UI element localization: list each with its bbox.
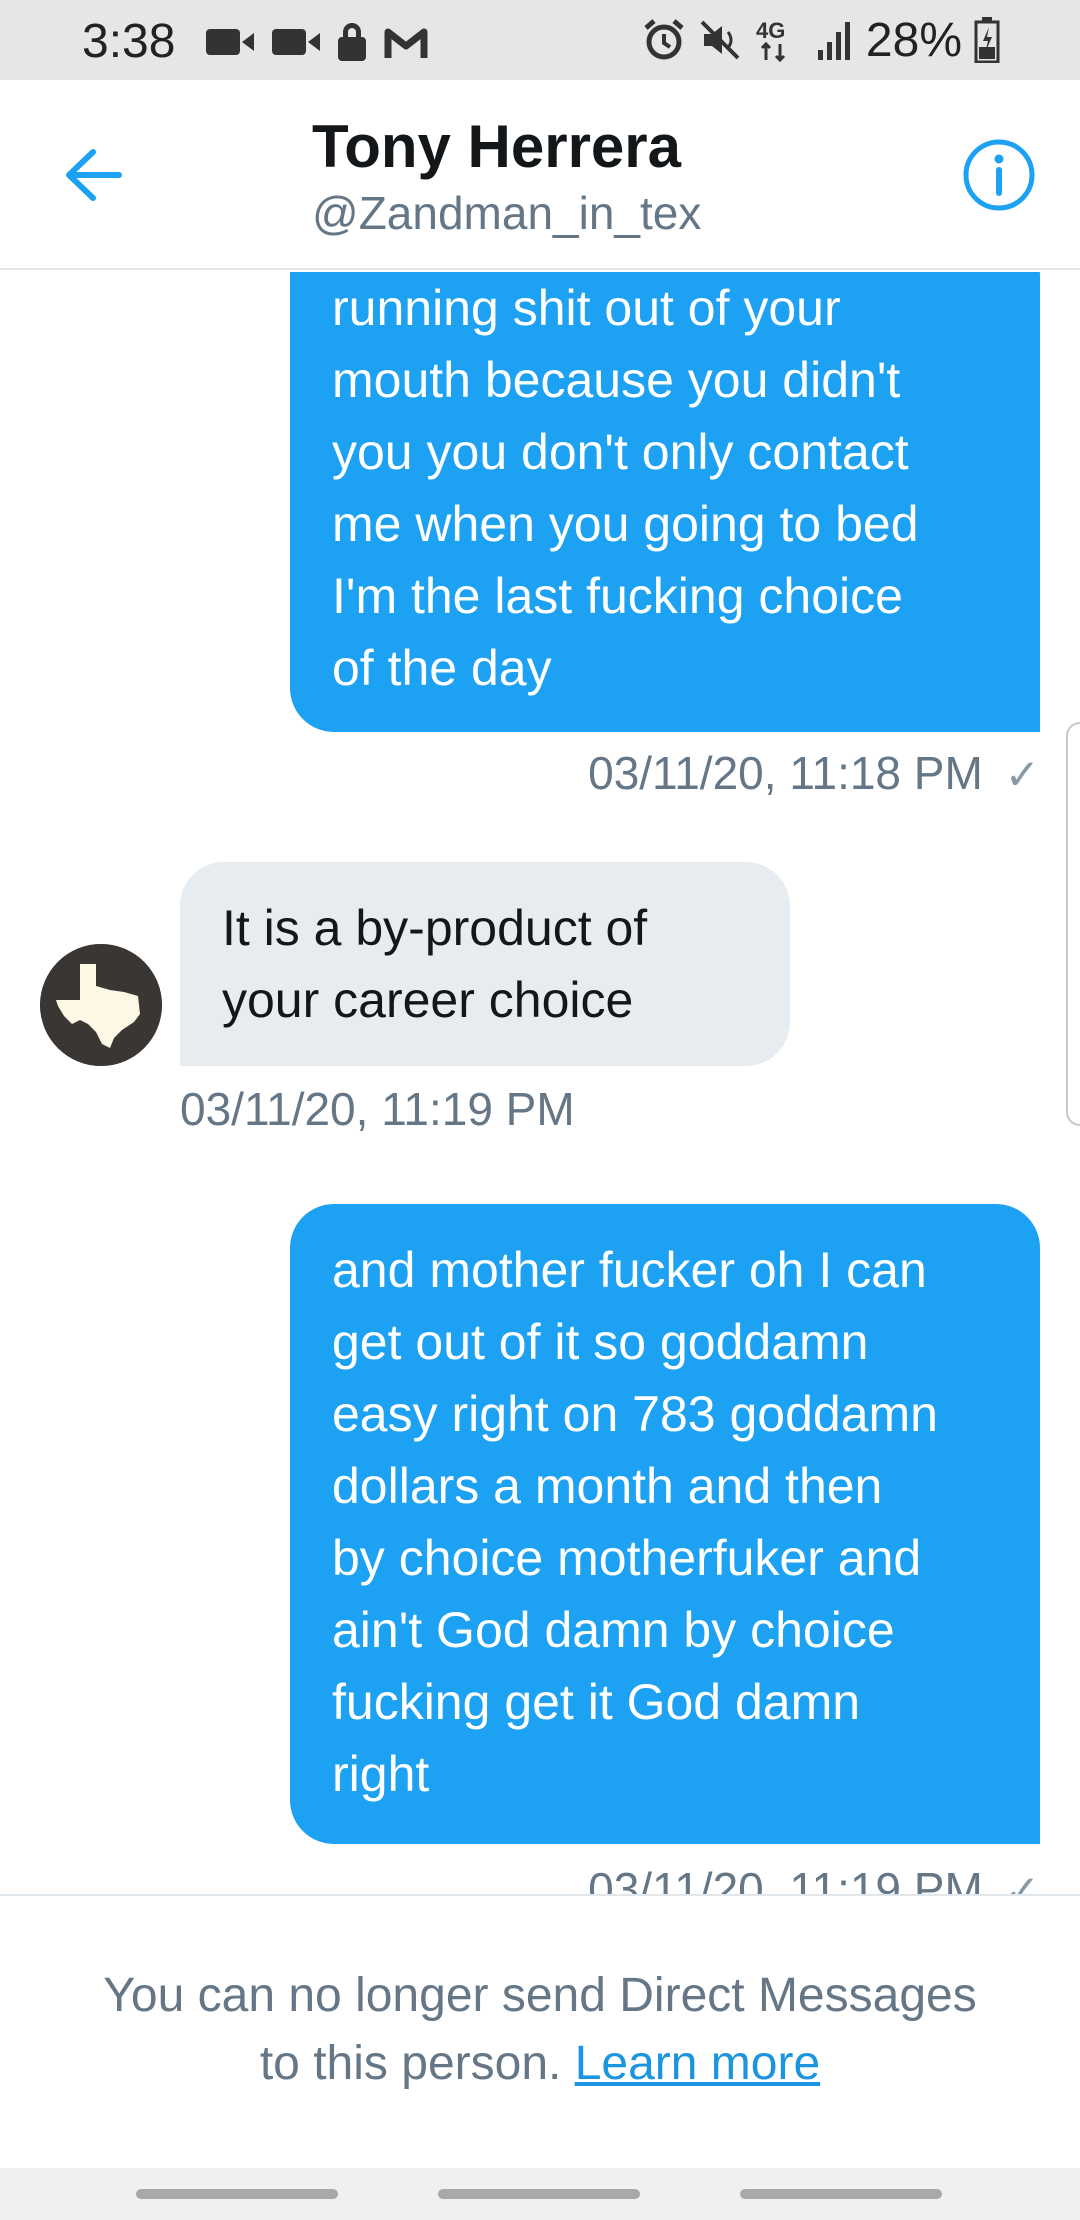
nav-back-button[interactable] xyxy=(740,2189,942,2199)
message-text-line: your career choice xyxy=(222,972,634,1028)
back-button[interactable] xyxy=(58,140,128,210)
network-icon: 4G xyxy=(756,18,785,63)
message-text-line: me when you going to bed xyxy=(332,496,919,552)
timestamp-text: 03/11/20, 11:19 PM xyxy=(588,1863,983,1894)
message-list[interactable]: running shit out of your mouth because y… xyxy=(0,272,1080,1894)
message-text-line: ain't God damn by choice xyxy=(332,1602,895,1658)
message-timestamp: 03/11/20, 11:19 PM ✓ xyxy=(588,1862,1040,1894)
message-text-line: get out of it so goddamn xyxy=(332,1314,869,1370)
arrow-left-icon xyxy=(66,149,122,201)
message-text-line: you you don't only contact xyxy=(332,424,909,480)
mute-icon xyxy=(700,20,740,60)
message-text-line: fucking get it God damn xyxy=(332,1674,861,1730)
gmail-icon xyxy=(384,28,428,58)
conversation-info-button[interactable] xyxy=(962,138,1036,212)
check-icon: ✓ xyxy=(1004,1867,1040,1894)
message-text-line: easy right on 783 goddamn xyxy=(332,1386,938,1442)
texas-avatar-icon[interactable] xyxy=(40,944,162,1066)
check-icon: ✓ xyxy=(1004,751,1040,798)
system-nav-bar xyxy=(0,2168,1080,2220)
sent-message-bubble[interactable]: running shit out of your mouth because y… xyxy=(290,272,1040,732)
message-text-line: mouth because you didn't xyxy=(332,352,901,408)
nav-home-button[interactable] xyxy=(438,2189,640,2199)
nav-recents-button[interactable] xyxy=(136,2189,338,2199)
message-text-line: by choice motherfuker and xyxy=(332,1530,922,1586)
svg-text:4G: 4G xyxy=(756,18,785,43)
lock-icon xyxy=(338,23,366,61)
contact-name: Tony Herrera xyxy=(312,113,682,180)
message-text-line: and mother fucker oh I can xyxy=(332,1242,927,1298)
battery-icon xyxy=(974,17,1000,63)
sent-message-bubble[interactable]: and mother fucker oh I can get out of it… xyxy=(290,1204,1040,1844)
dm-blocked-notice: You can no longer send Direct Messages t… xyxy=(0,1894,1080,2168)
message-text-line: It is a by-product of xyxy=(222,900,648,956)
info-icon xyxy=(963,139,1035,211)
received-message-bubble[interactable]: It is a by-product of your career choice xyxy=(180,862,790,1066)
message-timestamp: 03/11/20, 11:19 PM xyxy=(180,1083,575,1135)
message-text-line: dollars a month and then xyxy=(332,1458,883,1514)
status-bar: 3:38 4G 28% xyxy=(0,0,1080,80)
status-time: 3:38 xyxy=(82,15,176,68)
notice-line-2: to this person. xyxy=(259,2037,562,2090)
video-call-icon xyxy=(272,27,320,57)
message-text-line: of the day xyxy=(332,640,552,696)
notification-icons xyxy=(206,22,428,62)
learn-more-link[interactable]: Learn more xyxy=(575,2037,820,2090)
notice-line-1: You can no longer send Direct Messages xyxy=(103,1969,977,2022)
contact-handle: @Zandman_in_tex xyxy=(312,187,702,239)
video-call-icon xyxy=(206,27,254,57)
system-icons: 4G 28% xyxy=(642,13,1000,67)
message-text-line: right xyxy=(332,1746,430,1802)
message-text-line: running shit out of your xyxy=(332,280,841,336)
battery-percent: 28% xyxy=(865,13,962,67)
signal-icon xyxy=(817,22,850,60)
conversation-header: Tony Herrera @Zandman_in_tex xyxy=(0,80,1080,270)
alarm-icon xyxy=(644,19,684,60)
scroll-handle[interactable] xyxy=(1066,722,1080,1126)
message-timestamp: 03/11/20, 11:18 PM ✓ xyxy=(588,746,1040,800)
notice-text: You can no longer send Direct Messages t… xyxy=(0,1962,1080,2098)
timestamp-text: 03/11/20, 11:18 PM xyxy=(588,747,983,799)
message-text-line: I'm the last fucking choice xyxy=(332,568,903,624)
